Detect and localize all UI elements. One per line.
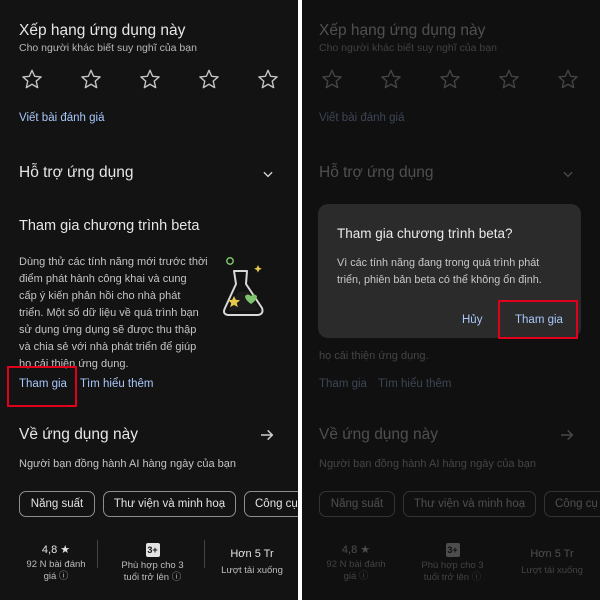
highlight-box [7,366,77,407]
dialog-message: Vì các tính năng đang trong quá trình ph… [337,257,542,286]
rate-title: Xếp hạng ứng dụng này [19,22,186,39]
star-icon[interactable] [198,66,257,92]
about-title[interactable]: Về ứng dụng này [19,426,138,444]
age-stat: 3+ Phù hợp cho 3 tuổi trở lên ⓘ [110,543,195,584]
learn-more-link[interactable]: Tìm hiểu thêm [80,378,154,390]
right-screen: Xếp hạng ứng dụng này Cho người khác biế… [302,0,600,600]
dialog-title: Tham gia chương trình beta? [337,226,513,241]
star-icon[interactable] [21,66,80,92]
rate-subtitle: Cho người khác biết suy nghĩ của bạn [19,42,197,54]
downloads-value: Hơn 5 Tr [230,548,274,560]
category-chip[interactable]: Thư viện và minh hoạ [103,491,236,517]
star-icon[interactable] [257,66,298,92]
about-description: Người bạn đồng hành AI hàng ngày của bạn [19,458,237,470]
age-label: Phù hợp cho 3 tuổi trở lên ⓘ [121,560,184,583]
support-title[interactable]: Hỗ trợ ứng dụng [19,164,133,182]
beta-flask-icon [223,257,264,316]
left-screen: Xếp hạng ứng dụng này Cho người khác biế… [0,0,298,600]
downloads-label: Lượt tải xuống [221,565,283,576]
arrow-right-icon[interactable] [259,427,275,443]
divider [97,540,98,568]
cancel-button[interactable]: Hủy [462,314,482,326]
category-chip[interactable]: Công cụ [244,491,298,517]
star-icon[interactable] [139,66,198,92]
divider [204,540,205,568]
write-review-link[interactable]: Viết bài đánh giá [19,112,104,124]
star-icon[interactable] [80,66,139,92]
rating-value: 4,8 ★ [41,544,71,556]
star-rating[interactable] [21,66,298,92]
chevron-down-icon[interactable] [261,167,275,181]
beta-description: Dùng thử các tính năng mới trước thời đi… [19,256,208,370]
downloads-stat: Hơn 5 Tr Lượt tải xuống [213,548,291,577]
category-chip[interactable]: Năng suất [19,491,95,517]
age-rating-icon: 3+ [145,543,160,557]
rating-stat: 4,8 ★ 92 N bài đánh giá ⓘ [22,543,90,583]
beta-title: Tham gia chương trình beta [19,218,200,234]
highlight-box [498,300,578,339]
rating-count-label: 92 N bài đánh giá ⓘ [26,559,86,582]
